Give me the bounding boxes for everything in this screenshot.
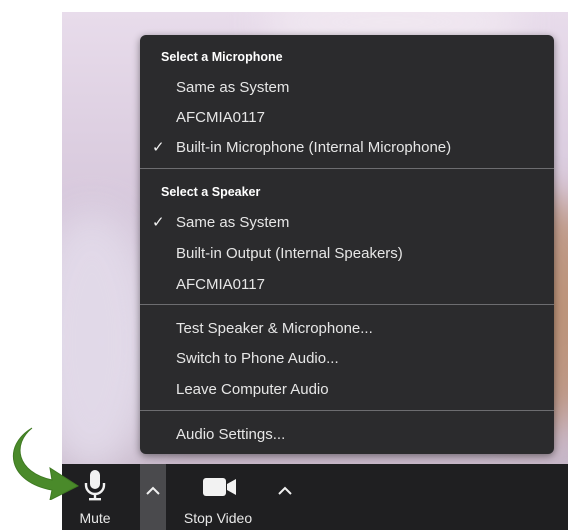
menu-item-switch-to-phone-audio[interactable]: Switch to Phone Audio... <box>140 345 554 373</box>
stop-video-label: Stop Video <box>183 510 253 526</box>
checkmark-icon: ✓ <box>152 139 165 156</box>
mute-label: Mute <box>79 510 111 526</box>
menu-item-label: Test Speaker & Microphone... <box>176 320 373 337</box>
zoom-meeting-window: Select a Microphone Same as System AFCMI… <box>0 0 568 530</box>
menu-item-speaker-built-in-output[interactable]: Built-in Output (Internal Speakers) <box>140 240 554 268</box>
menu-item-label: Built-in Microphone (Internal Microphone… <box>176 139 452 156</box>
menu-item-mic-built-in[interactable]: ✓ Built-in Microphone (Internal Micropho… <box>140 134 554 162</box>
menu-item-label: Same as System <box>176 79 290 96</box>
menu-divider <box>140 304 554 305</box>
curved-arrow-icon <box>13 427 80 500</box>
speaker-section-header: Select a Speaker <box>161 185 261 199</box>
video-camera-icon <box>203 478 236 496</box>
menu-item-mic-afcmia0117[interactable]: AFCMIA0117 <box>140 104 554 132</box>
menu-item-leave-computer-audio[interactable]: Leave Computer Audio <box>140 376 554 404</box>
menu-item-label: Audio Settings... <box>176 426 286 443</box>
menu-item-speaker-afcmia0117[interactable]: AFCMIA0117 <box>140 271 554 299</box>
chevron-up-icon <box>278 486 292 495</box>
menu-item-label: Leave Computer Audio <box>176 381 329 398</box>
menu-item-label: Built-in Output (Internal Speakers) <box>176 245 403 262</box>
menu-item-test-speaker-microphone[interactable]: Test Speaker & Microphone... <box>140 315 554 343</box>
chevron-up-icon <box>146 486 160 495</box>
menu-item-label: Same as System <box>176 214 290 231</box>
microphone-section-header: Select a Microphone <box>161 50 283 64</box>
menu-item-mic-same-as-system[interactable]: Same as System <box>140 74 554 102</box>
meeting-toolbar: Mute Stop Video <box>62 464 568 530</box>
menu-item-label: AFCMIA0117 <box>176 109 265 126</box>
microphone-icon <box>84 470 106 501</box>
menu-divider <box>140 410 554 411</box>
audio-options-menu: Select a Microphone Same as System AFCMI… <box>140 35 554 454</box>
video-options-caret-button[interactable] <box>272 464 298 530</box>
menu-item-label: Switch to Phone Audio... <box>176 350 339 367</box>
menu-item-label: AFCMIA0117 <box>176 276 265 293</box>
menu-item-speaker-same-as-system[interactable]: ✓ Same as System <box>140 209 554 237</box>
audio-options-caret-button[interactable] <box>140 464 166 530</box>
stop-video-button[interactable]: Stop Video <box>170 464 266 530</box>
menu-item-audio-settings[interactable]: Audio Settings... <box>140 421 554 449</box>
menu-divider <box>140 168 554 169</box>
checkmark-icon: ✓ <box>152 214 165 231</box>
